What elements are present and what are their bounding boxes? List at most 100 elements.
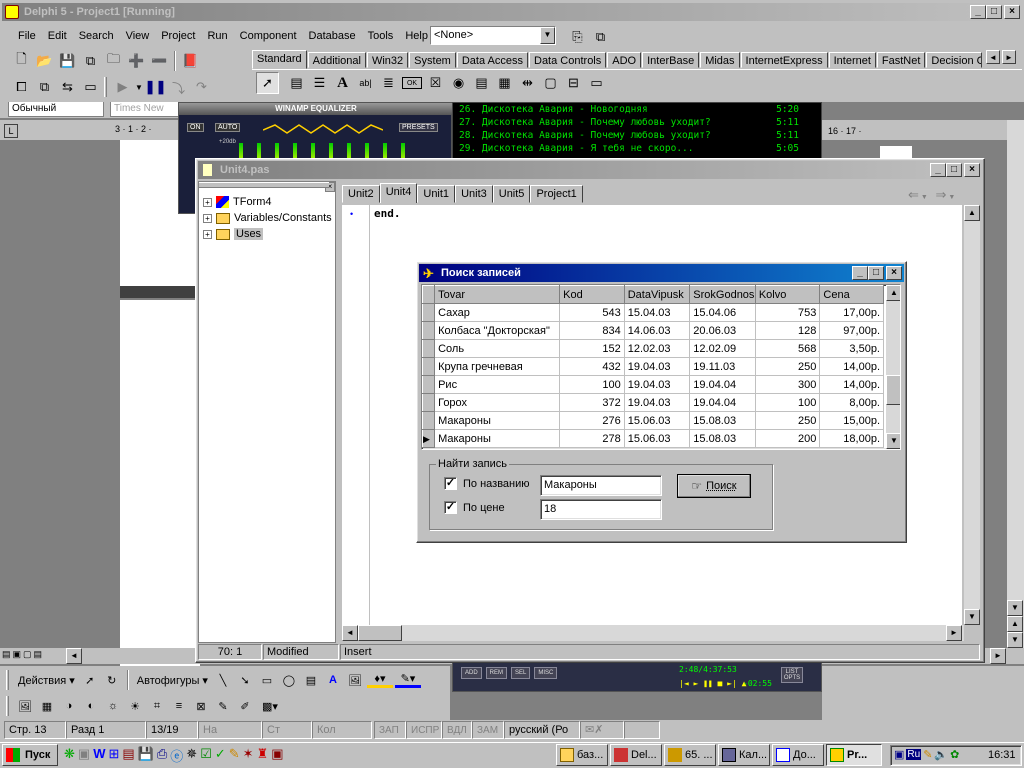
set-transparent-icon[interactable]: ✐: [235, 700, 255, 713]
panel-icon[interactable]: ▭: [585, 72, 608, 94]
line-icon[interactable]: ╲: [213, 674, 233, 687]
label-icon[interactable]: A: [331, 72, 354, 94]
palette-tab-internet[interactable]: Internet: [828, 52, 876, 68]
palette-tab-system[interactable]: System: [409, 52, 456, 68]
maximize-button[interactable]: □: [986, 5, 1002, 19]
table-row[interactable]: Колбаса "Докторская" 834 14.06.03 20.06.03 1…: [422, 321, 884, 340]
menu-edit[interactable]: Edit: [42, 26, 73, 46]
groupbox-icon[interactable]: ▢: [539, 72, 562, 94]
save-all-icon[interactable]: ⧉: [79, 50, 102, 72]
palette-tab-standard[interactable]: Standard: [252, 50, 307, 69]
tree-node-variables[interactable]: + Variables/Constants: [203, 212, 332, 224]
brightness-down-icon[interactable]: ☀: [125, 700, 145, 713]
ql-icon-11[interactable]: ✓: [215, 746, 226, 765]
eq-auto-button[interactable]: AUTO: [215, 123, 241, 132]
tree-node-uses[interactable]: + Uses: [203, 228, 264, 240]
tab-unit2[interactable]: Unit2: [342, 185, 380, 203]
desktop-set-icon[interactable]: ⧉: [589, 26, 612, 48]
nav-back-icon[interactable]: ⇐: [908, 187, 921, 202]
playlist-item[interactable]: 27. Дискотека Авария - Почему любовь ухо…: [459, 116, 815, 129]
col-header[interactable]: Tovar: [434, 285, 561, 304]
word-next-page-icon[interactable]: ▼: [1007, 632, 1023, 648]
line-style-icon[interactable]: ≡: [169, 700, 189, 712]
editor-minimize-button[interactable]: _: [930, 163, 946, 177]
save-icon[interactable]: 💾: [56, 50, 79, 72]
dialog-minimize-button[interactable]: _: [852, 266, 868, 280]
pl-transport[interactable]: |◄ ► ❚❚ ■ ►| ▲: [679, 679, 746, 688]
ql-icon-12[interactable]: ✎: [229, 746, 240, 765]
config-select[interactable]: <None> ▼: [430, 26, 556, 45]
palette-tab-fastnet[interactable]: FastNet: [876, 52, 926, 68]
col-header[interactable]: Cena: [819, 285, 884, 304]
checkbox-icon[interactable]: ☒: [424, 72, 447, 94]
eq-presets-button[interactable]: PRESETS: [399, 123, 438, 132]
combobox-icon[interactable]: ▦: [493, 72, 516, 94]
popupmenu-icon[interactable]: ☰: [308, 72, 331, 94]
word-vscroll[interactable]: [1007, 120, 1024, 656]
menu-run[interactable]: Run: [201, 26, 233, 46]
col-header[interactable]: Kolvo: [754, 285, 821, 304]
word-style-select[interactable]: Обычный: [8, 101, 104, 117]
ql-icon-4[interactable]: ⊞: [108, 746, 119, 765]
button-icon[interactable]: OK: [402, 77, 422, 89]
tray-icon-3[interactable]: ✎: [923, 748, 932, 761]
table-row[interactable]: Макароны 276 15.06.03 15.08.03 250 15,00р.: [422, 411, 884, 430]
code-explorer[interactable]: × + TForm4 + Variables/Constants + Uses: [198, 181, 336, 643]
ql-icon-10[interactable]: ☑: [200, 746, 212, 765]
pl-sel-button[interactable]: SEL: [511, 667, 531, 679]
clipart-icon[interactable]: 🖼: [345, 674, 365, 687]
word-prev-page-icon[interactable]: ▲: [1007, 616, 1023, 632]
ql-icon-6[interactable]: 💾: [138, 746, 154, 765]
menu-component[interactable]: Component: [234, 26, 303, 46]
menu-search[interactable]: Search: [73, 26, 120, 46]
word-hscroll-right-icon[interactable]: ►: [990, 648, 1006, 664]
step-over-icon[interactable]: ↷: [190, 76, 213, 98]
checkbox-checked-icon[interactable]: ✓: [444, 501, 457, 514]
help-book-icon[interactable]: 📕: [179, 50, 202, 72]
tray-network-icon[interactable]: ▣: [894, 748, 904, 761]
price-input[interactable]: 18: [540, 499, 662, 520]
by-price-checkbox[interactable]: ✓ По цене: [444, 501, 505, 514]
tray-clock[interactable]: 16:31: [988, 749, 1016, 761]
radiogroup-icon[interactable]: ⊟: [562, 72, 585, 94]
format-picture-icon[interactable]: ✎: [213, 700, 233, 713]
tab-unit1[interactable]: Unit1: [417, 185, 456, 203]
contrast-up-icon[interactable]: ◑: [59, 700, 79, 712]
task-button[interactable]: До...: [772, 744, 824, 766]
nav-forward-icon[interactable]: ⇒: [935, 187, 948, 202]
hscroll-right-icon[interactable]: ►: [946, 625, 962, 641]
select-objects-icon[interactable]: ➚: [80, 674, 100, 687]
crop-icon[interactable]: ⌗: [147, 700, 167, 713]
menu-project[interactable]: Project: [155, 26, 201, 46]
search-button[interactable]: ☞ Поиск: [677, 474, 751, 498]
run-icon[interactable]: ▶: [111, 76, 134, 98]
palette-tab-win32[interactable]: Win32: [366, 52, 409, 68]
expand-icon[interactable]: +: [203, 197, 212, 207]
pl-rem-button[interactable]: REM: [485, 667, 508, 679]
memo-icon[interactable]: ≣: [377, 72, 400, 94]
col-header[interactable]: SrokGodnos: [689, 285, 756, 304]
grid-scroll-down-icon[interactable]: ▼: [886, 433, 900, 449]
ql-icon-14[interactable]: ♜: [257, 746, 269, 765]
table-row[interactable]: Рис 100 19.04.03 19.04.04 300 14,00р.: [422, 375, 884, 394]
wordart-icon[interactable]: A: [323, 674, 343, 686]
by-name-checkbox[interactable]: ✓ По названию: [444, 477, 530, 490]
palette-tab-ado[interactable]: ADO: [607, 52, 642, 68]
table-row[interactable]: Соль 152 12.02.03 12.02.09 568 3,50р.: [422, 339, 884, 358]
ql-icon-7[interactable]: ⎙: [157, 746, 167, 765]
reset-picture-icon[interactable]: ▩▾: [257, 700, 283, 713]
grid-scroll-up-icon[interactable]: ▲: [886, 285, 900, 301]
pl-add-button[interactable]: ADD: [461, 667, 482, 679]
palette-scroll-left-icon[interactable]: ◄: [986, 50, 1000, 64]
task-button[interactable]: 65. ...: [664, 744, 716, 766]
status-ovr[interactable]: ЗАМ: [472, 721, 504, 739]
menu-database[interactable]: Database: [303, 26, 362, 46]
word-font-select[interactable]: Times New: [110, 101, 180, 117]
table-row[interactable]: Крупа гречневая 432 19.04.03 19.11.03 250 14,…: [422, 357, 884, 376]
chevron-down-icon[interactable]: ▼: [540, 27, 555, 44]
col-header[interactable]: Kod: [559, 285, 625, 304]
view-form-icon[interactable]: ⧉: [33, 76, 56, 98]
playlist-item[interactable]: 28. Дискотека Авария - Почему любовь ухо…: [459, 129, 815, 142]
dialog-close-button[interactable]: ×: [886, 266, 902, 280]
table-row[interactable]: Горох 372 19.04.03 19.04.04 100 8,00р.: [422, 393, 884, 412]
